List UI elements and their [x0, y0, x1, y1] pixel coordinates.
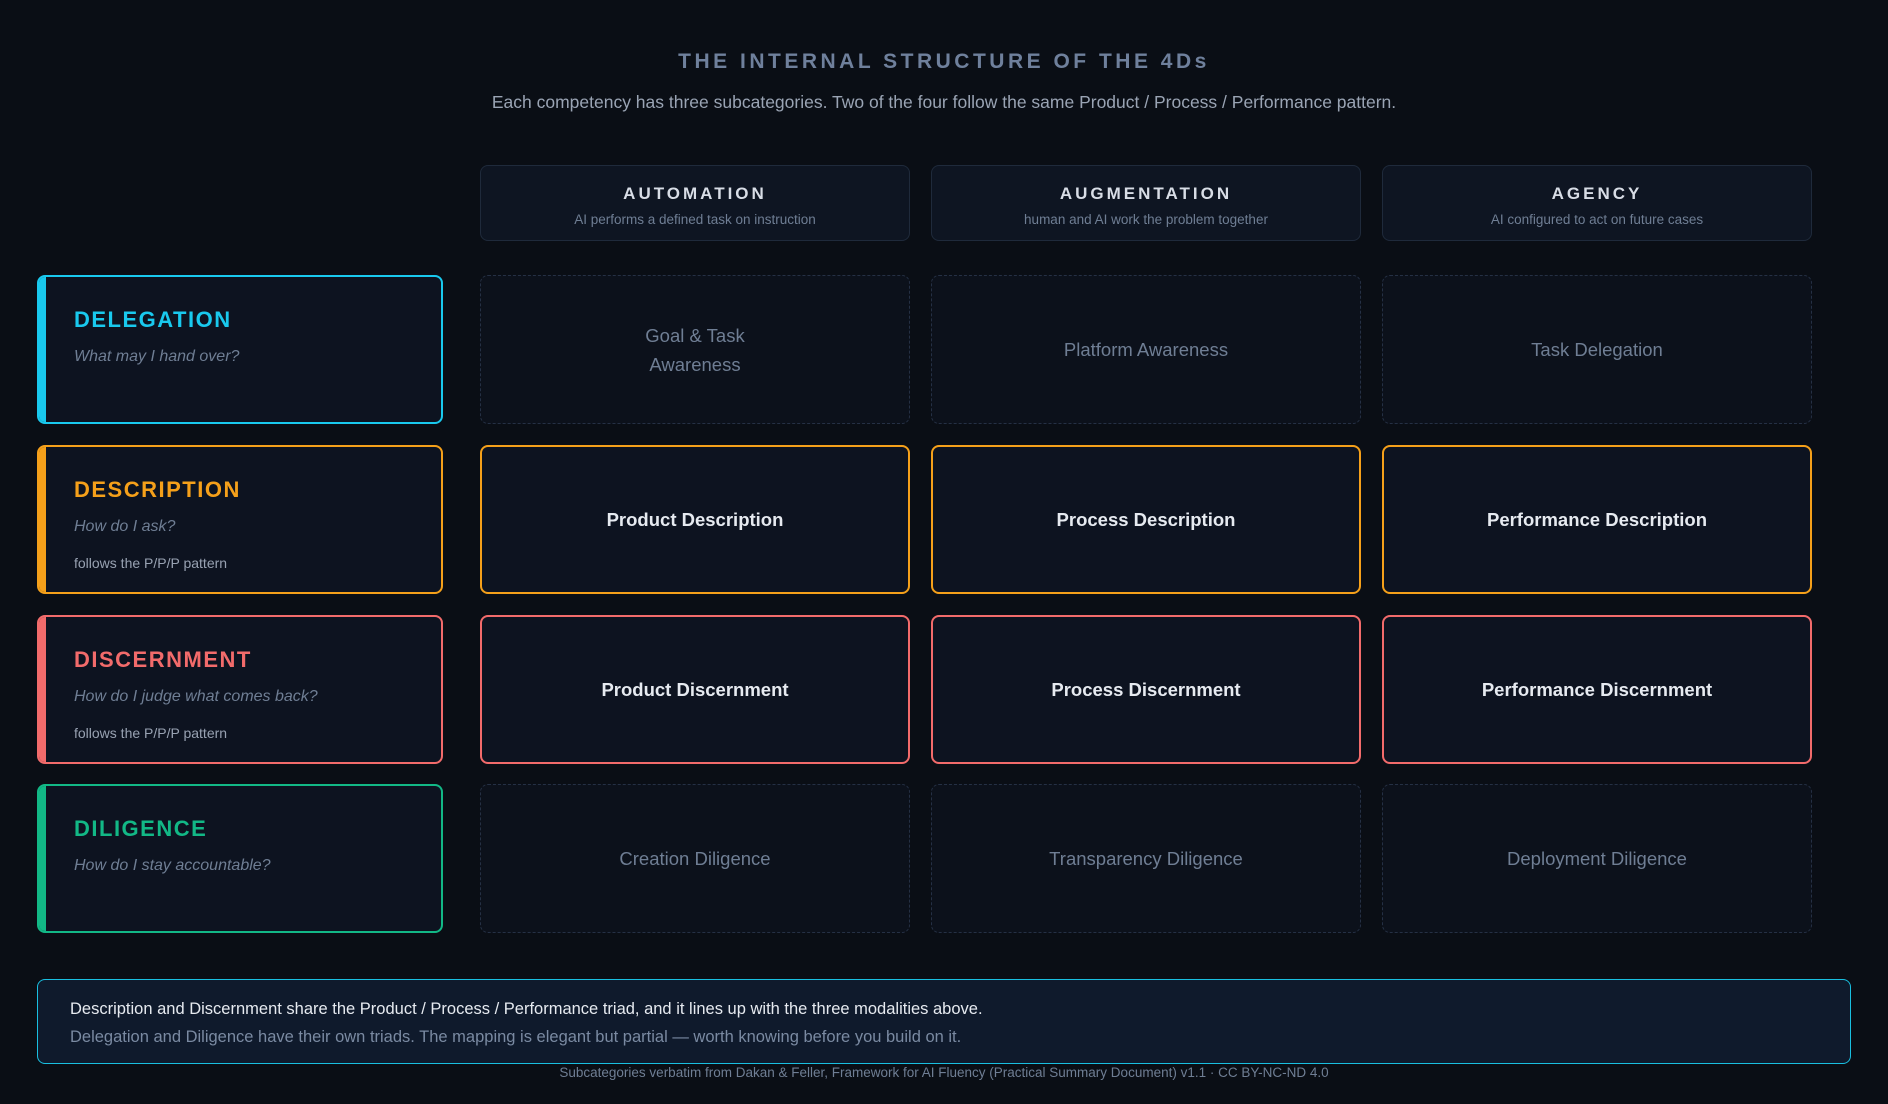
accent-bar [39, 617, 46, 762]
competency-question: How do I stay accountable? [74, 857, 271, 874]
competency-diligence: DILIGENCE How do I stay accountable? [37, 784, 443, 933]
competency-name: DILIGENCE [74, 816, 208, 841]
subcategory-label: Platform Awareness [1063, 339, 1229, 360]
summary-line-2: Delegation and Diligence have their own … [70, 1028, 962, 1046]
competency-name: DESCRIPTION [74, 477, 241, 502]
subcategory-label: Product Discernment [601, 678, 789, 700]
subcategory-cell: Transparency Diligence [931, 784, 1361, 933]
column-name: AGENCY [1551, 184, 1643, 203]
column-header-automation: AUTOMATION AI performs a defined task on … [480, 165, 910, 241]
subcategory-label: Process Description [1056, 508, 1236, 530]
column-name: AUTOMATION [623, 184, 767, 203]
subcategory-cell: Creation Diligence [480, 784, 910, 933]
column-description: AI performs a defined task on instructio… [574, 212, 816, 227]
subcategory-label: Transparency Diligence [1049, 848, 1243, 869]
competency-description: DESCRIPTION How do I ask? follows the P/P/… [37, 445, 443, 594]
subcategory-label: Product Description [606, 508, 784, 530]
competency-discernment: DISCERNMENT How do I judge what comes bac… [37, 615, 443, 764]
subcategory-cell: Task Delegation [1382, 275, 1812, 424]
subcategory-cell: Performance Discernment [1382, 615, 1812, 764]
subcategory-label-line: Awareness [649, 353, 741, 375]
competency-name: DISCERNMENT [74, 647, 252, 672]
page: THE INTERNAL STRUCTURE OF THE 4Ds Each c… [0, 0, 1888, 1104]
competency-delegation: DELEGATION What may I hand over? [37, 275, 443, 424]
subcategory-label-line: Goal & Task [645, 324, 745, 346]
subcategory-cell: Performance Description [1382, 445, 1812, 594]
subcategory-label: Task Delegation [1531, 339, 1663, 360]
subcategory-label: Performance Discernment [1481, 678, 1713, 700]
accent-bar [39, 447, 46, 592]
pattern-note: follows the P/P/P pattern [74, 555, 228, 571]
competency-question: How do I judge what comes back? [74, 688, 318, 705]
subcategory-cell: Product Description [480, 445, 910, 594]
pattern-note: follows the P/P/P pattern [74, 725, 228, 741]
column-description: human and AI work the problem together [1024, 212, 1268, 227]
competency-name: DELEGATION [74, 307, 232, 332]
subcategory-cell: Process Description [931, 445, 1361, 594]
subcategory-cell: Goal & Task Awareness [480, 275, 910, 424]
subcategory-cell: Process Discernment [931, 615, 1361, 764]
page-title: THE INTERNAL STRUCTURE OF THE 4Ds [678, 50, 1210, 73]
competency-question: What may I hand over? [74, 348, 240, 365]
subcategory-label: Performance Description [1486, 508, 1707, 530]
subcategory-cell: Deployment Diligence [1382, 784, 1812, 933]
summary-note: Description and Discernment share the Pr… [37, 979, 1851, 1064]
subcategory-cell: Platform Awareness [931, 275, 1361, 424]
column-description: AI configured to act on future cases [1490, 212, 1704, 227]
subcategory-label: Process Discernment [1051, 678, 1241, 700]
source-credit: Subcategories verbatim from Dakan & Fell… [559, 1065, 1329, 1080]
subcategory-label: Goal & Task Awareness [645, 321, 744, 379]
page-subtitle: Each competency has three subcategories.… [491, 92, 1397, 112]
column-header-augmentation: AUGMENTATION human and AI work the proble… [931, 165, 1361, 241]
subcategory-label: Deployment Diligence [1507, 848, 1687, 869]
column-name: AUGMENTATION [1059, 184, 1233, 203]
subcategory-cell: Product Discernment [480, 615, 910, 764]
column-header-agency: AGENCY AI configured to act on future cas… [1382, 165, 1812, 241]
accent-bar [39, 786, 46, 931]
competency-question: How do I ask? [74, 518, 176, 535]
summary-line-1: Description and Discernment share the Pr… [70, 1000, 983, 1018]
subcategory-label: Creation Diligence [619, 848, 771, 869]
accent-bar [39, 277, 46, 422]
